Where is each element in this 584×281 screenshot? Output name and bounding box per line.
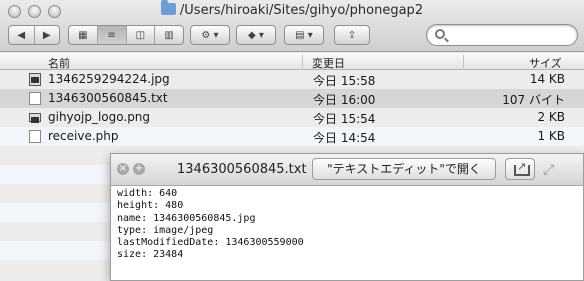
navigation-buttons: ◀ ▶ [8, 25, 60, 45]
quick-look-panel: × + 1346300560845.txt "テキストエディット"で開く ⤢ w… [110, 153, 584, 281]
back-button[interactable]: ◀ [9, 26, 35, 44]
text-file-icon [29, 130, 41, 143]
forward-button[interactable]: ▶ [35, 26, 60, 44]
fullscreen-icon[interactable]: ⤢ [543, 162, 554, 178]
column-header-size[interactable]: サイズ [529, 55, 562, 71]
window-toolbar: /Users/hiroaki/Sites/gihyo/phonegap2 ◀ ▶… [0, 0, 584, 52]
preview-line: name: 1346300560845.jpg [117, 212, 256, 224]
finder-window: /Users/hiroaki/Sites/gihyo/phonegap2 ◀ ▶… [0, 0, 584, 281]
file-date: 今日 15:54 [313, 112, 376, 126]
column-header-date[interactable]: 変更日 [312, 55, 345, 71]
gear-icon: ⚙ ▾ [201, 29, 219, 41]
search-icon [435, 29, 445, 39]
file-row[interactable]: gihyojp_logo.png 今日 15:54 2 KB [0, 108, 584, 127]
icon-view-icon: ▦ [78, 29, 88, 41]
chevron-right-icon: ▶ [42, 29, 51, 41]
preview-line: lastModifiedDate: 1346300559000 [117, 237, 304, 249]
column-divider[interactable] [302, 55, 303, 68]
file-size: 107 バイト [502, 93, 565, 107]
file-list: 1346259294224.jpg 今日 15:58 14 KB 1346300… [0, 70, 584, 146]
list-view-icon: ≡ [107, 29, 116, 41]
file-name: receive.php [48, 129, 119, 143]
file-date: 今日 15:58 [313, 74, 376, 88]
chevron-left-icon: ◀ [17, 29, 26, 41]
preview-line: height: 480 [117, 200, 184, 212]
open-with-textedit-button[interactable]: "テキストエディット"で開く [312, 158, 496, 180]
view-mode-selector: ▦ ≡ ◫ ▥ [68, 25, 184, 45]
file-name: gihyojp_logo.png [48, 110, 151, 124]
file-name: 1346300560845.txt [48, 91, 168, 105]
quick-look-toolbar: × + 1346300560845.txt "テキストエディット"で開く ⤢ [111, 154, 583, 186]
close-icon[interactable]: × [117, 163, 129, 175]
preview-line: width: 640 [117, 188, 178, 199]
file-size: 2 KB [537, 110, 565, 124]
file-date: 今日 14:54 [313, 131, 376, 145]
icon-view-button[interactable]: ▦ [69, 26, 98, 44]
share-button[interactable] [505, 158, 535, 180]
add-icon[interactable]: + [133, 163, 145, 175]
quick-look-title: 1346300560845.txt [177, 162, 307, 177]
coverflow-view-icon: ▥ [164, 29, 174, 41]
share-icon: ⇪ [347, 29, 357, 41]
window-title: /Users/hiroaki/Sites/gihyo/phonegap2 [0, 0, 584, 18]
preview-line: size: 23484 [117, 249, 184, 261]
file-date: 今日 16:00 [313, 93, 376, 107]
file-row-selected[interactable]: 1346300560845.txt 今日 16:00 107 バイト [0, 89, 584, 108]
image-file-icon [29, 73, 41, 86]
list-view-button[interactable]: ≡ [97, 26, 127, 44]
share-button[interactable]: ⇪ [334, 25, 370, 45]
column-header-name[interactable]: 名前 [48, 55, 70, 71]
column-divider[interactable] [463, 55, 464, 68]
preview-line: type: image/jpeg [117, 224, 214, 236]
column-view-button[interactable]: ◫ [127, 26, 156, 44]
column-view-icon: ◫ [135, 29, 146, 41]
list-column-header: 名前 変更日 サイズ [0, 53, 584, 70]
file-row[interactable]: receive.php 今日 14:54 1 KB [0, 127, 584, 146]
dropbox-icon: ◆ ▾ [248, 29, 264, 41]
image-file-icon [29, 113, 41, 123]
file-name: 1346259294224.jpg [48, 72, 170, 86]
file-size: 1 KB [537, 129, 565, 143]
text-file-icon [29, 92, 41, 105]
arrange-icon: ▤ ▾ [295, 29, 313, 41]
arrange-menu-button[interactable]: ▤ ▾ [284, 25, 324, 45]
dropbox-menu-button[interactable]: ◆ ▾ [236, 25, 276, 45]
file-row[interactable]: 1346259294224.jpg 今日 15:58 14 KB [0, 70, 584, 89]
file-size: 14 KB [529, 72, 565, 86]
action-menu-button[interactable]: ⚙ ▾ [190, 25, 230, 45]
search-field[interactable] [426, 24, 578, 46]
file-preview-text: width: 640 height: 480 name: 1346300560845… [117, 188, 304, 262]
coverflow-view-button[interactable]: ▥ [155, 26, 183, 44]
folder-icon [160, 0, 176, 15]
